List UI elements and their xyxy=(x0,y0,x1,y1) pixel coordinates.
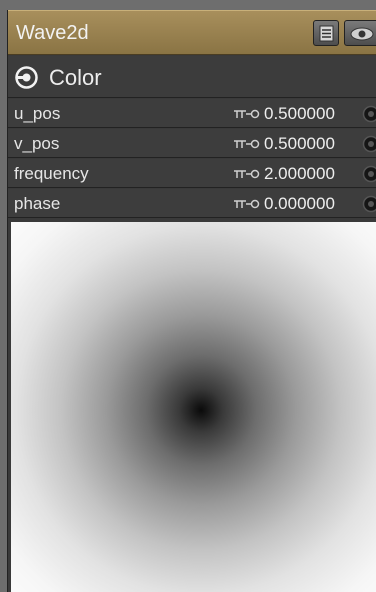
list-button[interactable] xyxy=(313,20,339,46)
param-value[interactable]: 0.000000 xyxy=(264,194,335,214)
node-title-bar[interactable]: Wave2d xyxy=(8,10,376,55)
key-icon[interactable] xyxy=(232,137,260,151)
param-value[interactable]: 0.500000 xyxy=(264,104,335,124)
eye-button[interactable] xyxy=(344,20,376,46)
param-row-frequency[interactable]: frequency 2.000000 xyxy=(8,159,376,188)
param-name: frequency xyxy=(14,164,89,183)
output-connector-icon[interactable] xyxy=(14,65,39,90)
node-title: Wave2d xyxy=(16,22,89,44)
key-icon[interactable] xyxy=(232,197,260,211)
list-icon xyxy=(319,25,334,42)
param-name: v_pos xyxy=(14,134,60,153)
key-icon[interactable] xyxy=(232,107,260,121)
input-connector-icon[interactable] xyxy=(362,165,376,183)
param-value[interactable]: 0.500000 xyxy=(264,134,335,154)
param-row-u-pos[interactable]: u_pos 0.500000 xyxy=(8,99,376,128)
param-row-v-pos[interactable]: v_pos 0.500000 xyxy=(8,129,376,158)
param-value[interactable]: 2.000000 xyxy=(264,164,335,184)
eye-icon xyxy=(350,27,374,41)
param-name: u_pos xyxy=(14,104,61,123)
key-icon[interactable] xyxy=(232,167,260,181)
wave-preview-image xyxy=(11,222,376,592)
param-name: phase xyxy=(14,194,61,213)
output-label: Color xyxy=(49,65,102,90)
input-connector-icon[interactable] xyxy=(362,105,376,123)
wave2d-node: Wave2d Color u_pos 0.500000 v_pos 0.5000… xyxy=(7,10,376,592)
input-connector-icon[interactable] xyxy=(362,135,376,153)
output-color-row[interactable]: Color xyxy=(8,56,376,98)
input-connector-icon[interactable] xyxy=(362,195,376,213)
param-row-phase[interactable]: phase 0.000000 xyxy=(8,189,376,218)
